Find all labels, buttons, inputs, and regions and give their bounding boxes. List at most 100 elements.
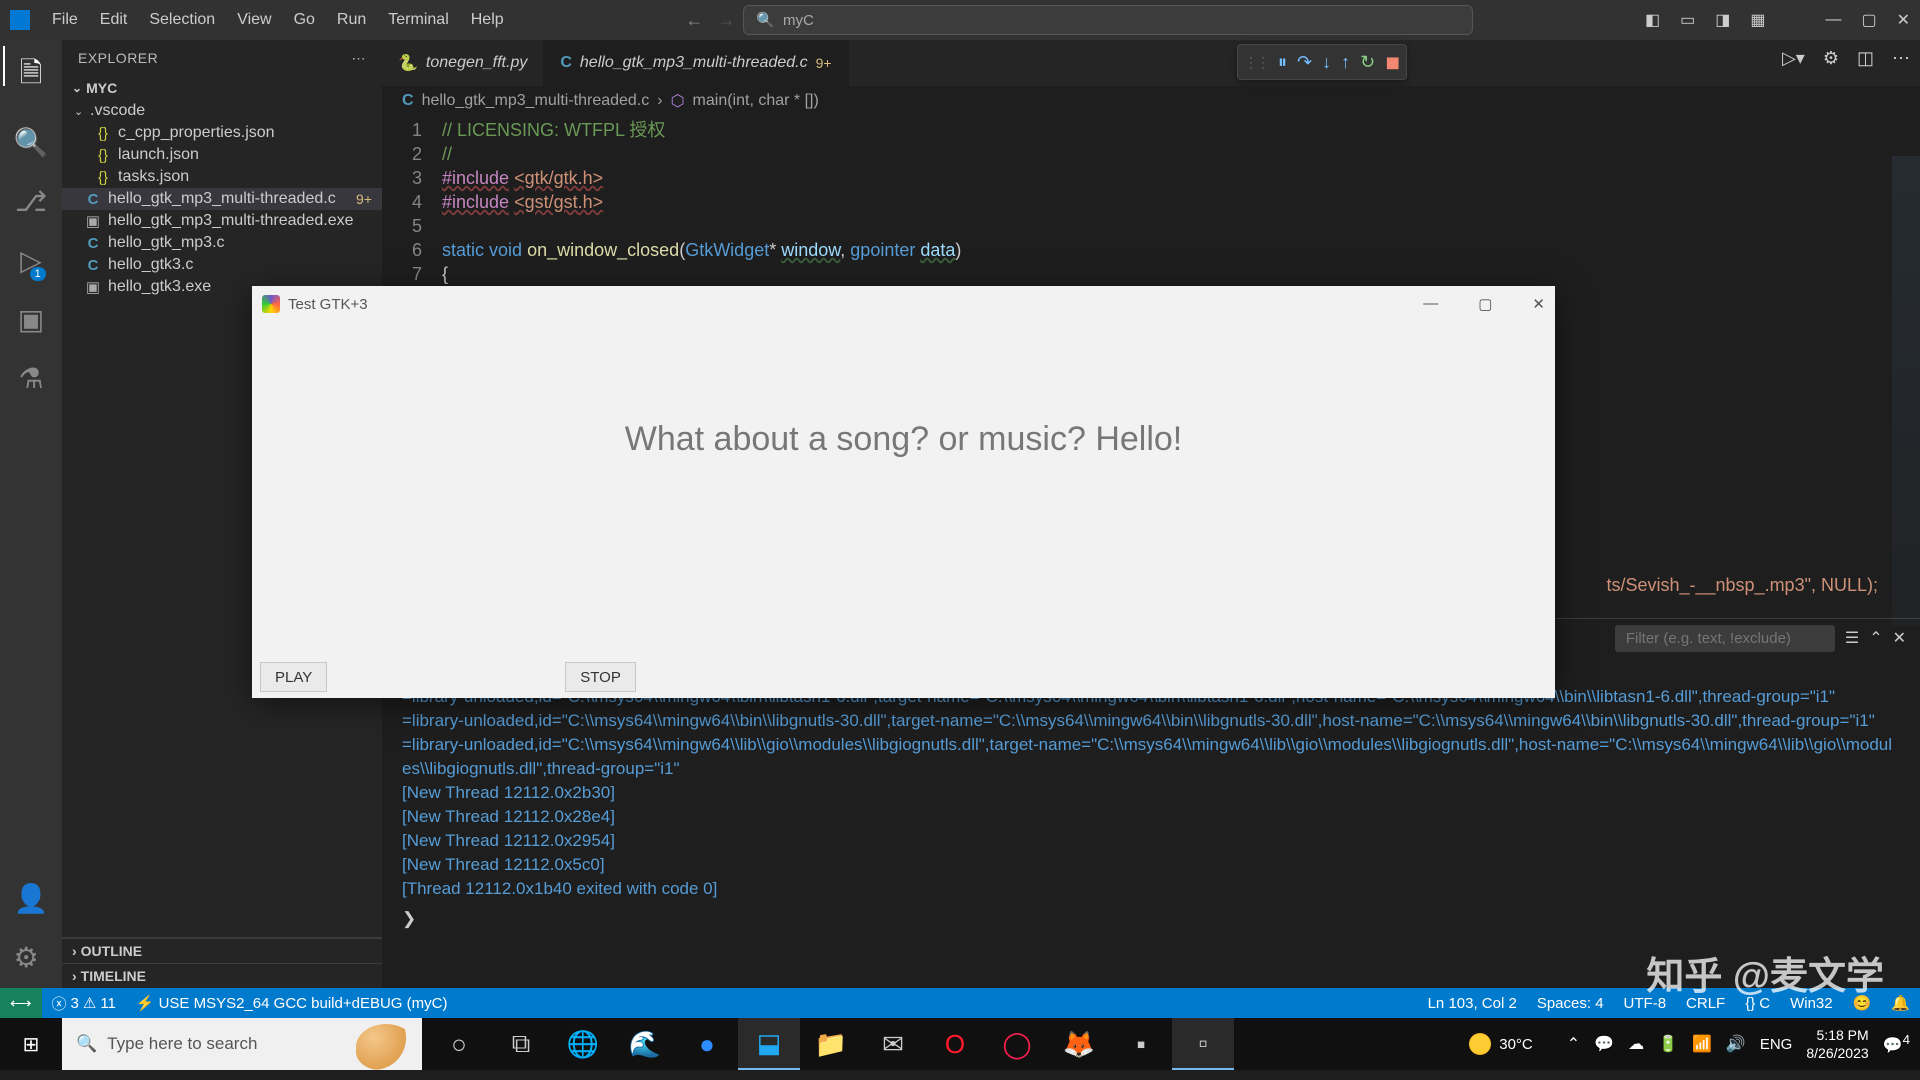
menu-help[interactable]: Help	[461, 7, 514, 33]
play-button[interactable]: PLAY	[260, 662, 327, 692]
folder-vscode[interactable]: ⌄ .vscode	[62, 100, 382, 122]
tray-onedrive-icon[interactable]: ☁	[1628, 1034, 1644, 1054]
minimap[interactable]	[1892, 156, 1920, 626]
file-item[interactable]: {}launch.json	[62, 144, 382, 166]
gtk-app-taskbar-icon[interactable]: ▫	[1172, 1018, 1234, 1070]
nav-back-icon[interactable]: ←	[685, 10, 703, 31]
file-item[interactable]: Chello_gtk3.c	[62, 254, 382, 276]
tray-notifications-icon[interactable]: 💬4	[1883, 1032, 1910, 1055]
task-view-icon[interactable]: ⧉	[490, 1018, 552, 1070]
gtk-close-icon[interactable]: ✕	[1532, 295, 1545, 313]
collapse-icon[interactable]: ⌃	[1869, 628, 1882, 648]
tab-hello-gtk[interactable]: C hello_gtk_mp3_multi-threaded.c 9+	[544, 40, 848, 86]
menu-terminal[interactable]: Terminal	[378, 7, 458, 33]
breadcrumb[interactable]: C hello_gtk_mp3_multi-threaded.c › ⬡ mai…	[382, 86, 1920, 116]
cortana-icon[interactable]: ○	[428, 1018, 490, 1070]
close-panel-icon[interactable]: ✕	[1893, 628, 1906, 648]
menu-view[interactable]: View	[227, 7, 281, 33]
split-editor-icon[interactable]: ◫	[1857, 48, 1874, 69]
layout-primary-icon[interactable]: ◧	[1645, 10, 1660, 30]
cursor-position[interactable]: Ln 103, Col 2	[1418, 994, 1527, 1012]
menu-edit[interactable]: Edit	[90, 7, 138, 33]
window-close-icon[interactable]: ✕	[1897, 10, 1910, 30]
problems-errors[interactable]: ⓧ 3 ⚠ 11	[42, 993, 126, 1014]
menu-selection[interactable]: Selection	[139, 7, 225, 33]
remote-indicator[interactable]: ⟷	[0, 988, 42, 1018]
edge-icon[interactable]: 🌊	[614, 1018, 676, 1070]
tab-tonegen[interactable]: 🐍 tonegen_fft.py	[382, 40, 544, 86]
chevron-right-icon: ›	[657, 92, 662, 110]
accounts-icon[interactable]: 👤	[14, 882, 49, 915]
weather-widget[interactable]: 30°C	[1469, 1033, 1533, 1055]
indentation[interactable]: Spaces: 4	[1527, 994, 1614, 1012]
terminal-filter-input[interactable]	[1615, 625, 1835, 652]
stop-icon[interactable]: ◼	[1385, 52, 1400, 73]
step-over-icon[interactable]: ↷	[1297, 52, 1312, 73]
tray-chevron-icon[interactable]: ⌃	[1567, 1034, 1580, 1054]
zoom-icon[interactable]: ●	[676, 1018, 738, 1070]
gtk-titlebar[interactable]: Test GTK+3 — ▢ ✕	[252, 286, 1555, 322]
run-debug-icon[interactable]: ▷1	[20, 244, 42, 277]
drag-grip-icon[interactable]: ⋮⋮	[1244, 54, 1268, 71]
file-item[interactable]: Chello_gtk_mp3.c	[62, 232, 382, 254]
workspace-root[interactable]: ⌄ MYC	[62, 76, 382, 100]
window-minimize-icon[interactable]: —	[1825, 11, 1841, 29]
step-into-icon[interactable]: ↓	[1322, 52, 1331, 73]
stop-button[interactable]: STOP	[565, 662, 636, 692]
terminal-taskbar-icon[interactable]: ▪	[1110, 1018, 1172, 1070]
build-config[interactable]: ⚡ USE MSYS2_64 GCC build+dEBUG (myC)	[126, 994, 458, 1012]
layout-panel-icon[interactable]: ▭	[1680, 10, 1695, 30]
run-play-icon[interactable]: ▷▾	[1782, 48, 1805, 69]
search-activity-icon[interactable]: 🔍	[14, 126, 49, 159]
settings-gear-icon[interactable]: ⚙	[14, 941, 49, 974]
source-control-icon[interactable]: ⎇	[15, 185, 47, 218]
file-explorer-icon[interactable]: 📁	[800, 1018, 862, 1070]
notifications-icon[interactable]: 🔔	[1881, 994, 1920, 1012]
layout-customize-icon[interactable]: ▦	[1750, 10, 1765, 30]
tray-clock[interactable]: 5:18 PM 8/26/2023	[1806, 1026, 1868, 1062]
chrome-icon[interactable]: 🌐	[552, 1018, 614, 1070]
restart-icon[interactable]: ↻	[1360, 52, 1375, 73]
command-center[interactable]: 🔍 myC	[743, 5, 1473, 35]
file-item[interactable]: ▣hello_gtk_mp3_multi-threaded.exe	[62, 210, 382, 232]
gtk-minimize-icon[interactable]: —	[1423, 295, 1438, 313]
terminal-output[interactable]: \\bin\\libp11-kit-0.dll",thread-group="i…	[382, 657, 1920, 988]
more-actions-icon[interactable]: ⋯	[1892, 48, 1910, 69]
file-item[interactable]: {}tasks.json	[62, 166, 382, 188]
taskbar-search[interactable]: 🔍 Type here to search	[62, 1018, 422, 1070]
vscode-taskbar-icon[interactable]: ⬓	[738, 1018, 800, 1070]
gtk-window-title: Test GTK+3	[288, 296, 368, 313]
window-maximize-icon[interactable]: ▢	[1861, 10, 1876, 30]
json-icon: {}	[94, 147, 112, 164]
tray-volume-icon[interactable]: 🔊	[1726, 1034, 1746, 1054]
tray-meet-icon[interactable]: 💬	[1594, 1034, 1614, 1054]
explorer-icon[interactable]: 🗎	[20, 52, 43, 100]
file-item[interactable]: {}c_cpp_properties.json	[62, 122, 382, 144]
tray-language[interactable]: ENG	[1760, 1036, 1793, 1053]
step-out-icon[interactable]: ↑	[1341, 52, 1350, 73]
timeline-section[interactable]: ›TIMELINE	[62, 963, 382, 988]
menu-go[interactable]: Go	[284, 7, 325, 33]
debug-toolbar[interactable]: ⋮⋮ ⏸ ↷ ↓ ↑ ↻ ◼	[1237, 44, 1407, 80]
settings-icon[interactable]: ⚙	[1823, 48, 1839, 69]
file-item-active[interactable]: Chello_gtk_mp3_multi-threaded.c9+	[62, 188, 382, 210]
layout-secondary-icon[interactable]: ◨	[1715, 10, 1730, 30]
tray-wifi-icon[interactable]: 📶	[1692, 1034, 1712, 1054]
extensions-icon[interactable]: ▣	[18, 303, 44, 336]
opera-gx-icon[interactable]: ◯	[986, 1018, 1048, 1070]
mail-icon[interactable]: ✉	[862, 1018, 924, 1070]
opera-icon[interactable]: O	[924, 1018, 986, 1070]
menu-file[interactable]: File	[42, 7, 88, 33]
testing-icon[interactable]: ⚗	[18, 362, 43, 395]
firefox-icon[interactable]: 🦊	[1048, 1018, 1110, 1070]
outline-section[interactable]: ›OUTLINE	[62, 938, 382, 963]
nav-forward-icon[interactable]: →	[717, 10, 735, 31]
tray-battery-icon[interactable]: 🔋	[1658, 1034, 1678, 1054]
start-button[interactable]: ⊞	[0, 1018, 62, 1070]
gtk-maximize-icon[interactable]: ▢	[1478, 295, 1492, 313]
filter-icon[interactable]: ☰	[1845, 628, 1859, 648]
explorer-more-icon[interactable]: ⋯	[352, 50, 367, 67]
menu-run[interactable]: Run	[327, 7, 376, 33]
pause-icon[interactable]: ⏸	[1278, 52, 1287, 73]
gtk-app-window[interactable]: Test GTK+3 — ▢ ✕ What about a song? or m…	[252, 286, 1555, 698]
